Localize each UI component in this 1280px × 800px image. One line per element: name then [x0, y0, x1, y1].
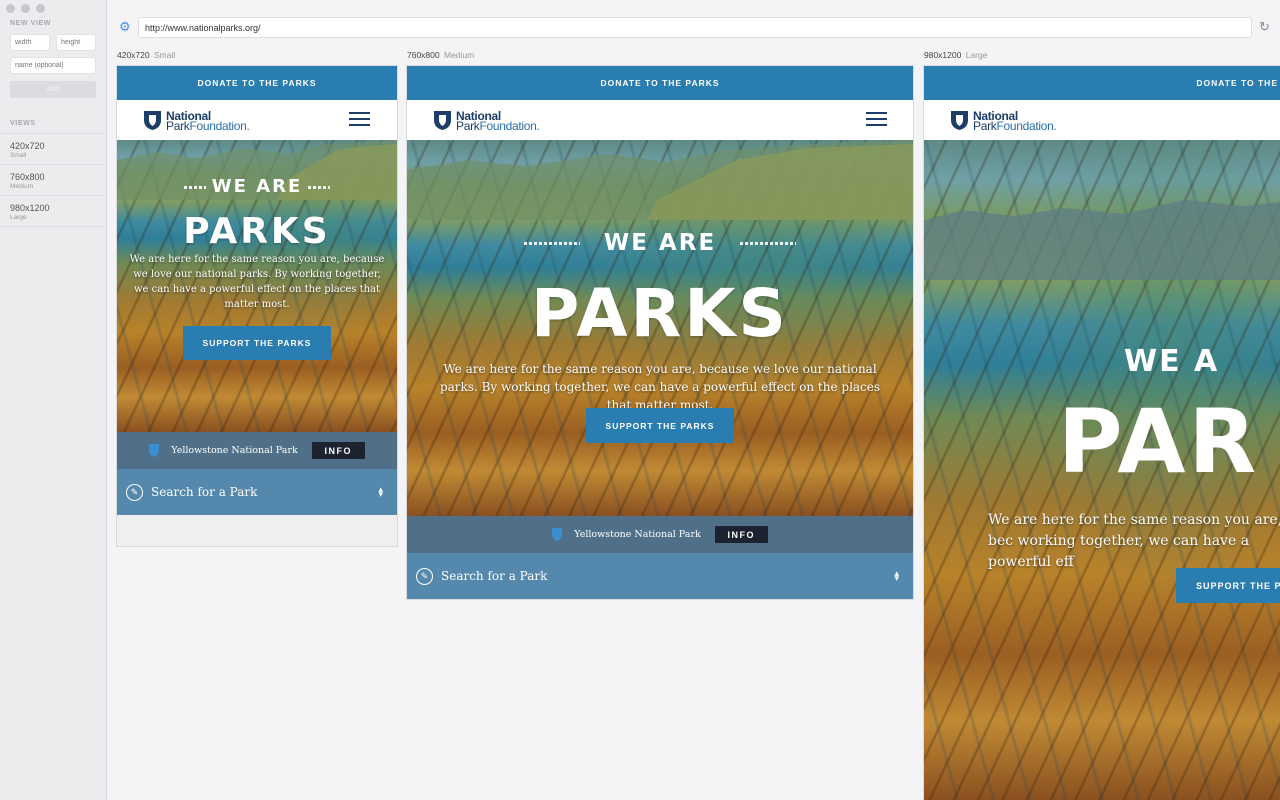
reload-icon[interactable]: ↻ — [1259, 20, 1270, 34]
parks-heading: PAR — [1058, 390, 1260, 493]
view-name: Large — [10, 214, 27, 221]
we-are-heading: WE ARE — [117, 176, 397, 197]
view-item-small[interactable]: 420x720 Small — [0, 134, 106, 165]
npf-logo[interactable]: National ParkFoundation. — [433, 110, 540, 133]
site-header: National ParkFoundation. — [117, 100, 397, 140]
npf-logo[interactable]: National ParkFoundation. — [950, 110, 1057, 133]
compass-icon: ✎ — [416, 567, 433, 585]
new-view-heading: NEW VIEW — [10, 20, 51, 27]
view-item-medium[interactable]: 760x800 Medium — [0, 165, 106, 196]
view-size: 760x800 — [10, 172, 45, 182]
hero-section: WE ARE PARKS We are here for the same re… — [407, 140, 913, 516]
view-name: Medium — [10, 183, 34, 190]
hero-section: WE A PAR We are here for the same reason… — [924, 140, 1280, 800]
chevron-updown-icon: ▴ ▾ — [894, 568, 899, 583]
frame-name: Medium — [444, 50, 475, 60]
parks-heading: PARKS — [531, 275, 789, 352]
menu-icon[interactable] — [349, 112, 370, 126]
we-are-heading: WE ARE — [407, 230, 913, 256]
sidebar: NEW VIEW Add VIEWS 420x720 Small 760x800… — [0, 0, 107, 800]
park-search-bar[interactable]: ✎ Search for a Park ▴ ▾ — [407, 553, 913, 599]
frame-label-medium: 760x800 Medium — [407, 50, 474, 60]
site-header: National ParkFoundation. — [924, 100, 1280, 140]
frame-label-small: 420x720 Small — [117, 50, 175, 60]
we-are-heading: WE A — [1124, 344, 1220, 379]
donate-banner[interactable]: DONATE TO THE PARKS — [407, 66, 913, 100]
support-the-parks-button[interactable]: SUPPORT THE PARKS — [183, 326, 331, 360]
view-name: Small — [10, 152, 27, 159]
shield-icon — [434, 111, 451, 130]
view-size: 980x1200 — [10, 203, 50, 213]
frame-size: 980x1200 — [924, 50, 962, 60]
info-button[interactable]: INFO — [714, 526, 768, 543]
donate-banner[interactable]: DONATE TO THE PARKS — [117, 66, 397, 100]
preview-frame-small: DONATE TO THE PARKS National ParkFoundat… — [117, 66, 397, 546]
search-placeholder: Search for a Park — [151, 485, 258, 499]
mountain-graphic — [407, 140, 913, 220]
zoom-window-button[interactable] — [36, 4, 45, 13]
shield-icon — [951, 111, 968, 130]
gear-icon[interactable]: ⚙ — [119, 20, 131, 33]
views-list: 420x720 Small 760x800 Medium 980x1200 La… — [0, 133, 106, 227]
mountain-graphic — [924, 200, 1280, 280]
add-view-button[interactable]: Add — [10, 81, 96, 98]
shield-icon — [552, 528, 563, 541]
logo-line2b: Foundation — [479, 118, 537, 133]
logo-line2a: Park — [166, 118, 190, 133]
preview-frame-large: DONATE TO THE National ParkFoundation. W… — [924, 66, 1280, 800]
views-heading: VIEWS — [10, 120, 36, 127]
shield-icon — [149, 444, 160, 457]
page-background — [117, 515, 397, 546]
logo-line2a: Park — [973, 118, 997, 133]
frame-size: 420x720 — [117, 50, 150, 60]
frame-label-large: 980x1200 Large — [924, 50, 987, 60]
hero-tagline: We are here for the same reason you are,… — [988, 512, 1280, 570]
donate-banner[interactable]: DONATE TO THE — [924, 66, 1280, 100]
shield-icon — [144, 111, 161, 130]
info-button[interactable]: INFO — [311, 442, 365, 459]
compass-icon: ✎ — [126, 483, 143, 501]
hero-tagline: We are here for the same reason you are,… — [129, 254, 385, 310]
featured-park-bar: Yellowstone National Park INFO — [117, 432, 397, 469]
frame-size: 760x800 — [407, 50, 440, 60]
parks-heading: PARKS — [183, 211, 331, 252]
hero-tagline: We are here for the same reason you are,… — [439, 362, 881, 412]
site-header: National ParkFoundation. — [407, 100, 913, 140]
minimize-window-button[interactable] — [21, 4, 30, 13]
logo-dot: . — [536, 118, 540, 133]
search-placeholder: Search for a Park — [441, 569, 548, 583]
featured-park-bar: Yellowstone National Park INFO — [407, 516, 913, 553]
park-name: Yellowstone National Park — [171, 445, 298, 456]
width-input[interactable] — [10, 34, 50, 51]
height-input[interactable] — [56, 34, 96, 51]
window-controls — [6, 4, 45, 13]
park-name: Yellowstone National Park — [574, 529, 701, 540]
logo-line2b: Foundation — [189, 118, 247, 133]
view-name-input[interactable] — [10, 57, 96, 74]
frame-name: Small — [154, 50, 176, 60]
view-size: 420x720 — [10, 141, 45, 151]
close-window-button[interactable] — [6, 4, 15, 13]
view-item-large[interactable]: 980x1200 Large — [0, 196, 106, 227]
logo-line2b: Foundation — [996, 118, 1054, 133]
menu-icon[interactable] — [866, 112, 887, 126]
logo-dot: . — [1053, 118, 1057, 133]
frame-name: Large — [965, 50, 988, 60]
logo-line2a: Park — [456, 118, 480, 133]
logo-dot: . — [246, 118, 250, 133]
npf-logo[interactable]: National ParkFoundation. — [143, 110, 250, 133]
park-search-bar[interactable]: ✎ Search for a Park ▴ ▾ — [117, 469, 397, 515]
chevron-updown-icon: ▴ ▾ — [378, 484, 383, 499]
preview-frame-medium: DONATE TO THE PARKS National ParkFoundat… — [407, 66, 913, 599]
support-the-parks-button[interactable]: SUPPORT THE PARKS — [586, 408, 734, 443]
hero-section: WE ARE PARKS We are here for the same re… — [117, 140, 397, 432]
support-the-parks-button[interactable]: SUPPORT THE PA — [1176, 568, 1280, 603]
url-input[interactable] — [138, 17, 1252, 38]
